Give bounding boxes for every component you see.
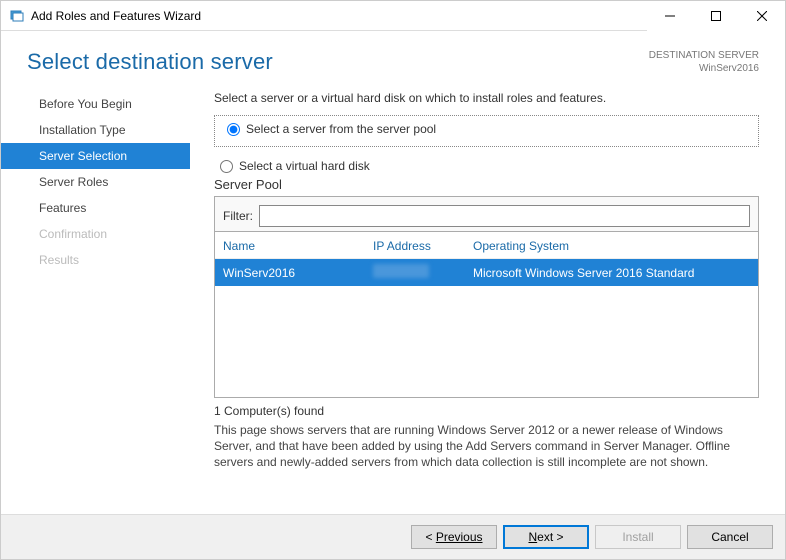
wizard-footer: < Previous Next > Install Cancel xyxy=(1,514,785,559)
destination-label: DESTINATION SERVER xyxy=(649,49,759,62)
wizard-header: Select destination server DESTINATION SE… xyxy=(1,31,785,83)
install-button: Install xyxy=(595,525,681,549)
wizard-sidebar: Before You Begin Installation Type Serve… xyxy=(1,91,190,521)
server-pool-filter-box: Filter: xyxy=(214,196,759,232)
cancel-button[interactable]: Cancel xyxy=(687,525,773,549)
table-row[interactable]: WinServ2016 Microsoft Windows Server 201… xyxy=(215,259,758,286)
cell-name: WinServ2016 xyxy=(223,266,373,280)
filter-label: Filter: xyxy=(223,209,253,223)
destination-info: DESTINATION SERVER WinServ2016 xyxy=(649,49,759,75)
radio-server-pool-label: Select a server from the server pool xyxy=(246,122,436,136)
page-title: Select destination server xyxy=(27,49,273,75)
computers-found-text: 1 Computer(s) found xyxy=(214,404,759,418)
sidebar-item-results: Results xyxy=(1,247,190,273)
window-controls xyxy=(647,1,785,31)
ip-redacted xyxy=(373,264,429,278)
server-pool-table: Name IP Address Operating System WinServ… xyxy=(214,232,759,398)
app-icon xyxy=(9,8,25,24)
explanation-text: This page shows servers that are running… xyxy=(214,422,759,471)
cell-os: Microsoft Windows Server 2016 Standard xyxy=(473,266,750,280)
radio-server-pool[interactable]: Select a server from the server pool xyxy=(221,120,752,140)
radio-vhd-input[interactable] xyxy=(220,160,233,173)
wizard-content: Select a server or a virtual hard disk o… xyxy=(190,91,785,521)
table-header: Name IP Address Operating System xyxy=(215,232,758,259)
sidebar-item-features[interactable]: Features xyxy=(1,195,190,221)
radio-vhd[interactable]: Select a virtual hard disk xyxy=(214,157,759,177)
destination-value: WinServ2016 xyxy=(649,62,759,75)
instruction-text: Select a server or a virtual hard disk o… xyxy=(214,91,759,105)
radio-vhd-label: Select a virtual hard disk xyxy=(239,159,370,173)
sidebar-item-installation-type[interactable]: Installation Type xyxy=(1,117,190,143)
window-title: Add Roles and Features Wizard xyxy=(31,9,647,23)
server-pool-label: Server Pool xyxy=(214,177,759,192)
title-bar: Add Roles and Features Wizard xyxy=(1,1,785,31)
sidebar-item-server-selection[interactable]: Server Selection xyxy=(1,143,190,169)
sidebar-item-server-roles[interactable]: Server Roles xyxy=(1,169,190,195)
sidebar-item-confirmation: Confirmation xyxy=(1,221,190,247)
next-button[interactable]: Next > xyxy=(503,525,589,549)
cell-ip xyxy=(373,264,473,281)
col-header-ip[interactable]: IP Address xyxy=(373,239,473,253)
previous-button[interactable]: < Previous xyxy=(411,525,497,549)
close-button[interactable] xyxy=(739,1,785,31)
maximize-button[interactable] xyxy=(693,1,739,31)
col-header-name[interactable]: Name xyxy=(223,239,373,253)
sidebar-item-before-you-begin[interactable]: Before You Begin xyxy=(1,91,190,117)
col-header-os[interactable]: Operating System xyxy=(473,239,750,253)
filter-input[interactable] xyxy=(259,205,750,227)
radio-server-pool-input[interactable] xyxy=(227,123,240,136)
minimize-button[interactable] xyxy=(647,1,693,31)
